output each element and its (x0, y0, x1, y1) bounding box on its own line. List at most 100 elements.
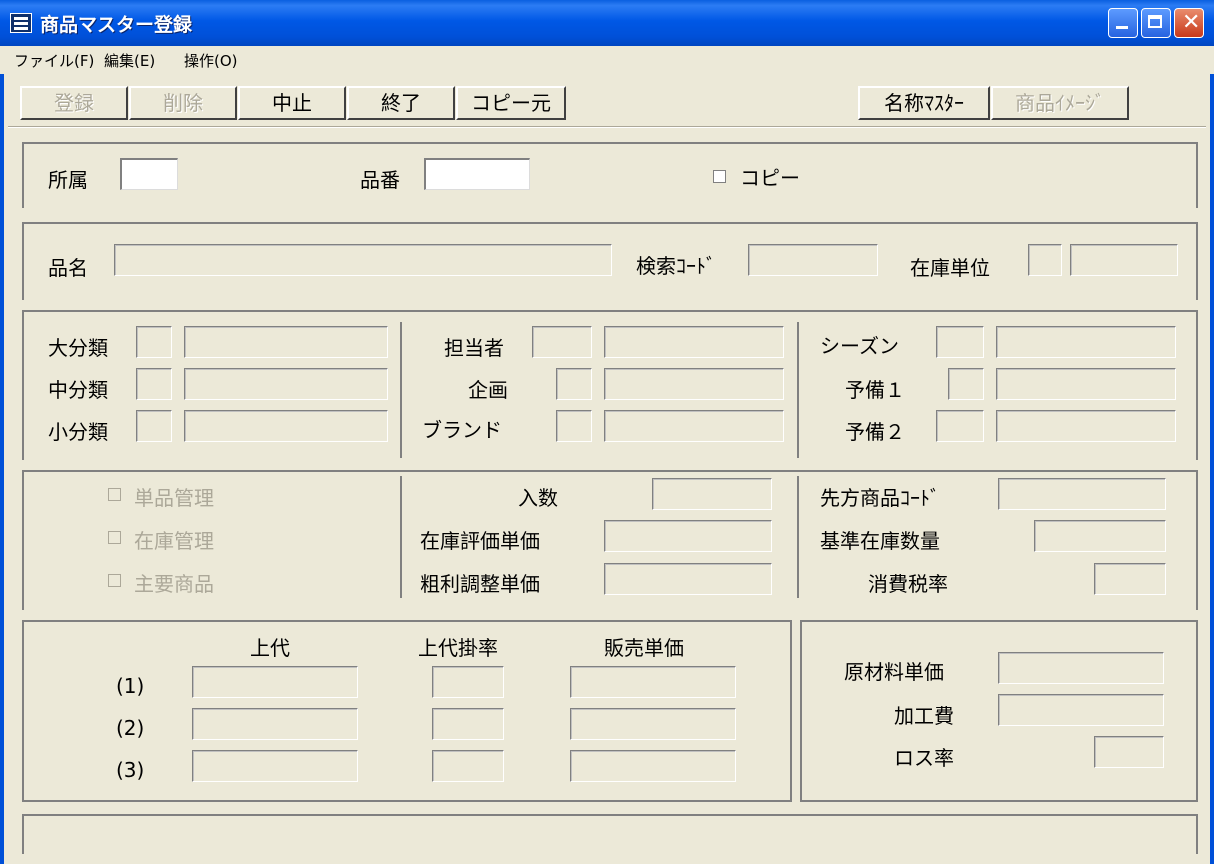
margin-adjust-price-label: 粗利調整単価 (420, 572, 540, 596)
stock-mgmt-label: 在庫管理 (134, 529, 214, 553)
medium-class-code-input[interactable] (136, 368, 172, 400)
retail-rate-3-input[interactable] (432, 750, 504, 782)
stock-unit-name-input[interactable] (1070, 244, 1178, 276)
price-row-label: (3) (116, 758, 145, 782)
brand-code-input[interactable] (556, 410, 592, 442)
search-code-input[interactable] (748, 244, 878, 276)
standard-stock-qty-label: 基準在庫数量 (820, 529, 940, 553)
unit-mgmt-label: 単品管理 (134, 486, 214, 510)
brand-label: ブランド (422, 418, 502, 442)
processing-fee-input[interactable] (998, 694, 1164, 726)
cancel-button[interactable]: 中止 (238, 86, 346, 120)
exit-button[interactable]: 終了 (347, 86, 455, 120)
item-number-label: 品番 (360, 168, 400, 192)
tax-rate-input[interactable] (1094, 563, 1166, 595)
product-image-button[interactable]: 商品ｲﾒｰｼﾞ (991, 86, 1129, 120)
retail-price-3-input[interactable] (192, 750, 358, 782)
copy-source-button[interactable]: コピー元 (456, 86, 566, 120)
app-icon[interactable] (10, 13, 32, 33)
header-group (22, 142, 1198, 208)
retail-price-1-input[interactable] (192, 666, 358, 698)
plan-label: 企画 (468, 378, 508, 402)
spare2-name-input[interactable] (996, 410, 1176, 442)
retail-rate-1-input[interactable] (432, 666, 504, 698)
stock-eval-price-label: 在庫評価単価 (420, 529, 540, 553)
column-divider (797, 322, 799, 458)
window-title: 商品マスター登録 (40, 14, 193, 36)
column-divider (400, 476, 402, 598)
sales-price-3-input[interactable] (570, 750, 736, 782)
standard-stock-qty-input[interactable] (1034, 520, 1166, 552)
item-number-input[interactable] (424, 158, 530, 190)
affiliation-input[interactable] (120, 158, 178, 190)
retail-rate-2-input[interactable] (432, 708, 504, 740)
supplier-code-input[interactable] (998, 478, 1166, 510)
person-label: 担当者 (444, 336, 504, 360)
price-row-label: (1) (116, 674, 145, 698)
status-bar (22, 814, 1198, 854)
sales-price-header: 販売単価 (604, 636, 684, 660)
large-class-name-input[interactable] (184, 326, 388, 358)
person-name-input[interactable] (604, 326, 784, 358)
minimize-button[interactable] (1108, 8, 1138, 38)
delete-button[interactable]: 削除 (129, 86, 237, 120)
stock-unit-code-input[interactable] (1028, 244, 1062, 276)
stock-unit-label: 在庫単位 (910, 256, 990, 280)
copy-label: コピー (740, 166, 800, 190)
season-code-input[interactable] (936, 326, 984, 358)
search-code-label: 検索ｺｰﾄﾞ (636, 254, 716, 278)
retail-header: 上代 (250, 636, 290, 660)
copy-checkbox[interactable] (713, 170, 726, 183)
supplier-code-label: 先方商品ｺｰﾄﾞ (820, 486, 940, 510)
spare1-code-input[interactable] (948, 368, 984, 400)
product-name-input[interactable] (114, 244, 612, 276)
column-divider (400, 322, 402, 458)
affiliation-label: 所属 (48, 168, 88, 192)
stock-eval-price-input[interactable] (604, 520, 772, 552)
menu-bar (0, 46, 1214, 74)
season-label: シーズン (820, 334, 899, 358)
spare1-name-input[interactable] (996, 368, 1176, 400)
menu-file[interactable]: ファイル(F) (14, 50, 94, 71)
medium-class-name-input[interactable] (184, 368, 388, 400)
stock-mgmt-checkbox[interactable] (108, 531, 121, 544)
price-row-label: (2) (116, 716, 145, 740)
unit-mgmt-checkbox[interactable] (108, 488, 121, 501)
large-class-code-input[interactable] (136, 326, 172, 358)
tax-rate-label: 消費税率 (868, 572, 948, 596)
toolbar-separator (8, 126, 1206, 128)
loss-rate-label: ロス率 (894, 746, 954, 770)
small-class-code-input[interactable] (136, 410, 172, 442)
material-price-input[interactable] (998, 652, 1164, 684)
person-code-input[interactable] (532, 326, 592, 358)
retail-rate-header: 上代掛率 (418, 636, 498, 660)
close-button[interactable]: ✕ (1174, 8, 1204, 38)
window-border-left (0, 46, 4, 864)
quantity-label: 入数 (518, 486, 558, 510)
product-name-label: 品名 (48, 256, 88, 280)
column-divider (797, 476, 799, 598)
margin-adjust-price-input[interactable] (604, 563, 772, 595)
loss-rate-input[interactable] (1094, 736, 1164, 768)
spare2-code-input[interactable] (936, 410, 984, 442)
small-class-name-input[interactable] (184, 410, 388, 442)
season-name-input[interactable] (996, 326, 1176, 358)
main-product-label: 主要商品 (134, 572, 214, 596)
retail-price-2-input[interactable] (192, 708, 358, 740)
window-border-right (1210, 46, 1214, 864)
maximize-button[interactable] (1141, 8, 1171, 38)
sales-price-2-input[interactable] (570, 708, 736, 740)
plan-code-input[interactable] (556, 368, 592, 400)
large-class-label: 大分類 (48, 336, 108, 360)
brand-name-input[interactable] (604, 410, 784, 442)
main-product-checkbox[interactable] (108, 574, 121, 587)
plan-name-input[interactable] (604, 368, 784, 400)
menu-operation[interactable]: 操作(O) (184, 50, 238, 71)
quantity-input[interactable] (652, 478, 772, 510)
name-master-button[interactable]: 名称ﾏｽﾀｰ (858, 86, 990, 120)
spare1-label: 予備１ (845, 378, 905, 402)
register-button[interactable]: 登録 (20, 86, 128, 120)
menu-edit[interactable]: 編集(E) (104, 50, 155, 71)
sales-price-1-input[interactable] (570, 666, 736, 698)
small-class-label: 小分類 (48, 420, 108, 444)
